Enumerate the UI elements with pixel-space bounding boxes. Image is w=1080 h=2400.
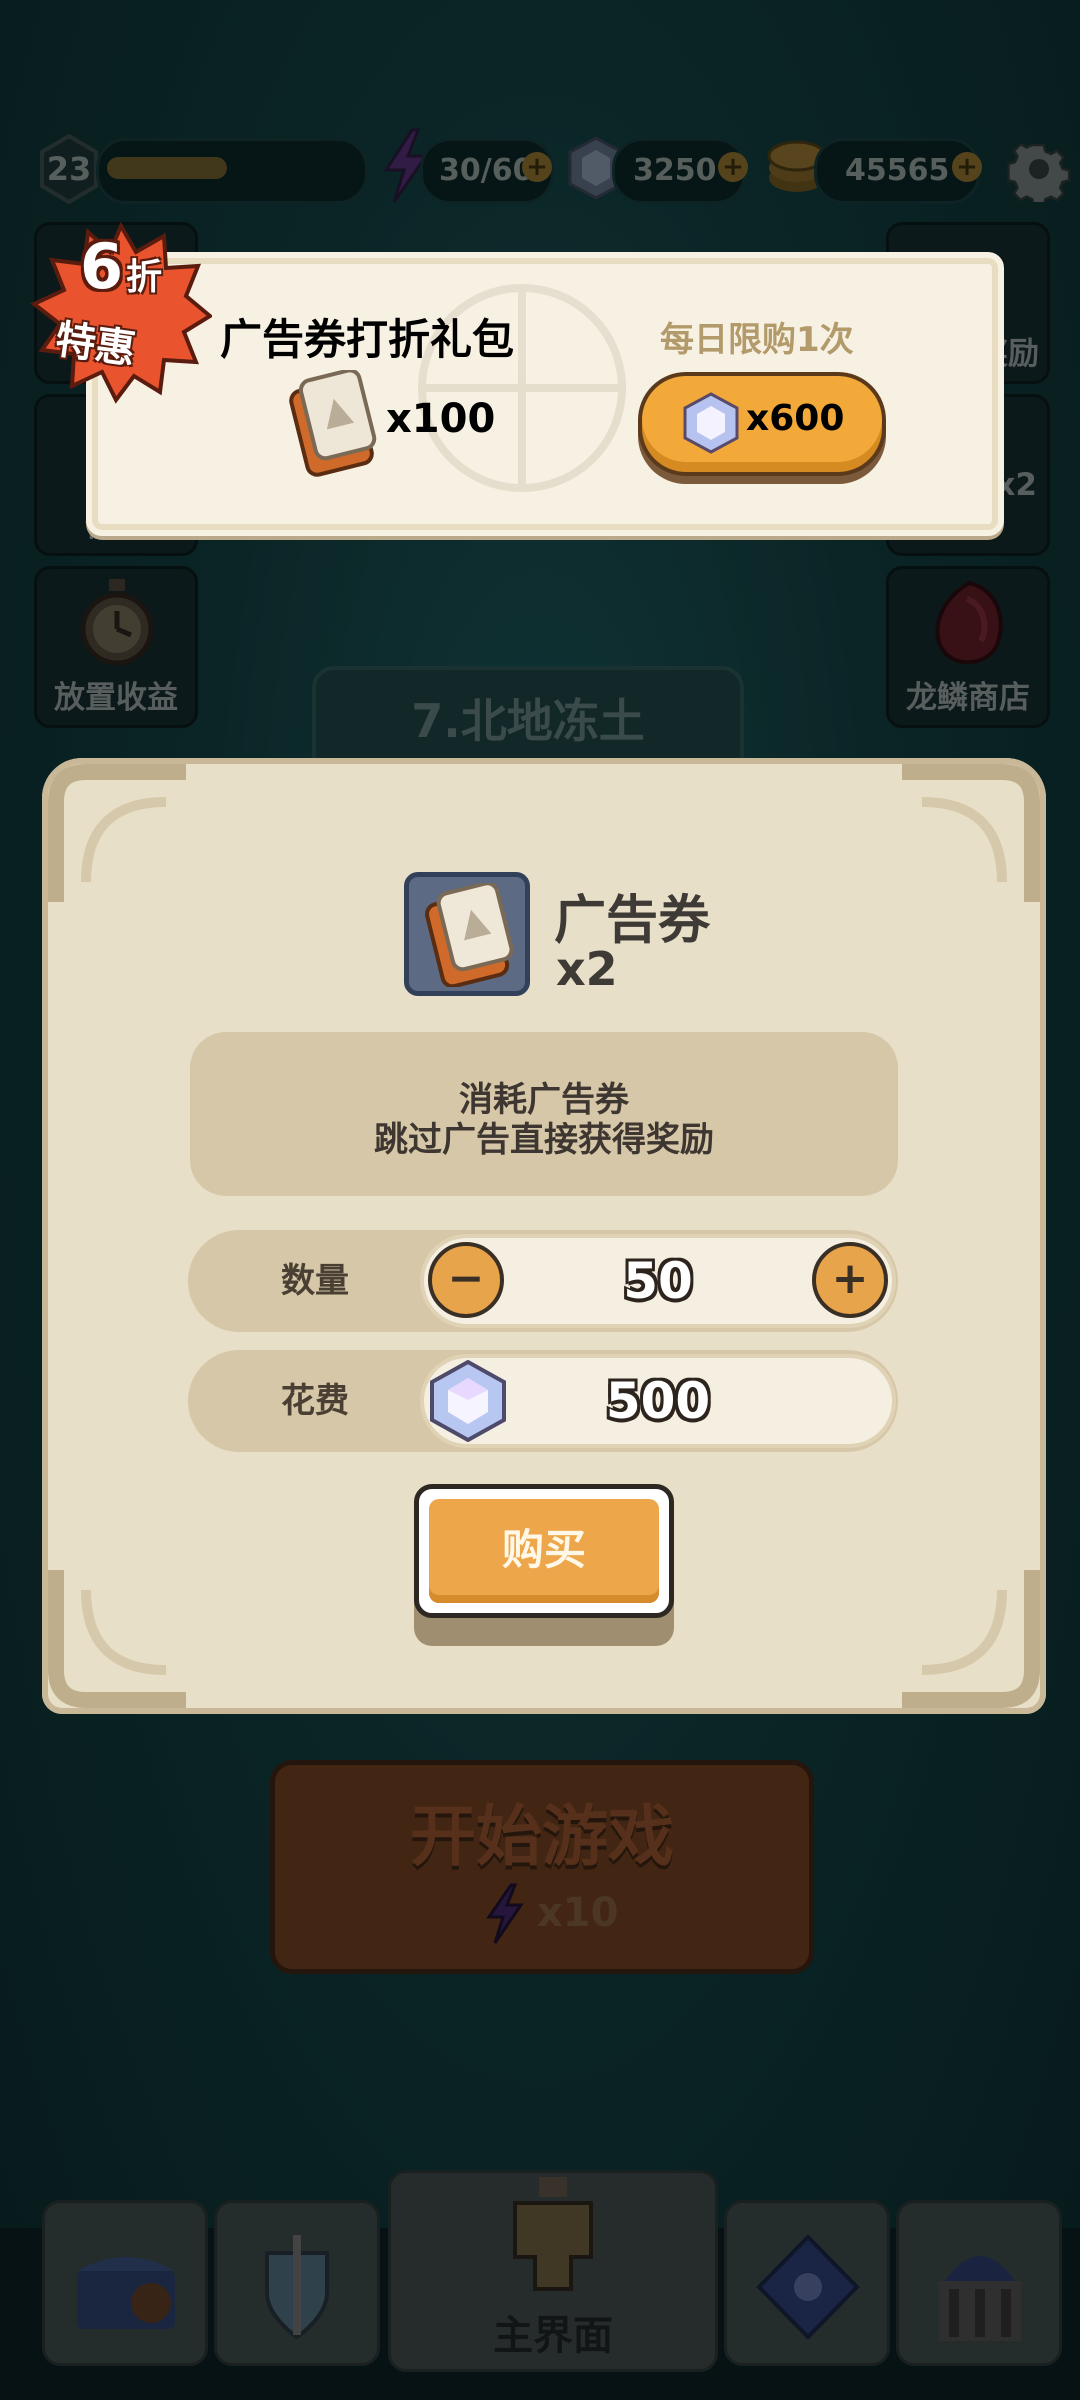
ad-ticket-icon	[284, 368, 380, 480]
corner-ornament-br	[892, 1560, 1042, 1710]
description-box: 消耗广告券 跳过广告直接获得奖励	[190, 1032, 898, 1196]
item-icon-frame	[404, 872, 530, 996]
cost-label: 花费	[281, 1381, 349, 1421]
cost-row: 花费 500	[188, 1350, 898, 1452]
item-quantity: x2	[556, 942, 618, 996]
discount-bundle-banner[interactable]: 广告券打折礼包 每日限购1次 x100 x600	[86, 252, 1004, 536]
description-line-2: 跳过广告直接获得奖励	[374, 1120, 714, 1160]
banner-title: 广告券打折礼包	[220, 315, 515, 364]
buy-button[interactable]: 购买	[414, 1484, 674, 1618]
badge-special: 特惠	[52, 316, 139, 374]
banner-price: x600	[746, 398, 845, 439]
cost-value: 500	[605, 1372, 711, 1430]
badge-zhe: 折	[126, 257, 163, 298]
ad-ticket-icon	[419, 881, 519, 989]
banner-daily-limit: 每日限购1次	[660, 320, 854, 360]
banner-gem-icon	[682, 392, 740, 454]
banner-buy-button[interactable]: x600	[638, 372, 886, 476]
quantity-row: 数量 − 50 +	[188, 1230, 898, 1332]
banner-item-count: x100	[386, 396, 496, 442]
badge-number: 6	[80, 230, 124, 303]
buy-button-label: 购买	[501, 1525, 586, 1574]
discount-badge: 6 折 特惠	[30, 221, 214, 404]
corner-ornament-bl	[46, 1560, 196, 1710]
buy-button-face: 购买	[429, 1499, 659, 1603]
increase-button[interactable]: +	[812, 1242, 888, 1318]
quantity-stepper: − 50 +	[424, 1238, 892, 1324]
corner-ornament-tl	[46, 762, 196, 912]
cost-field: 500	[424, 1358, 892, 1444]
corner-ornament-tr	[892, 762, 1042, 912]
quantity-label: 数量	[281, 1261, 349, 1301]
banner-watermark	[372, 268, 672, 508]
